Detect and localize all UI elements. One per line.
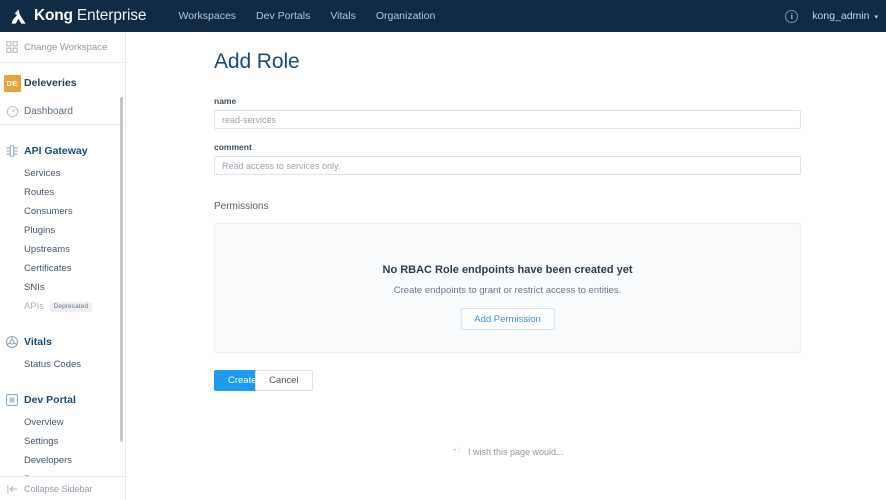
chevron-down-icon: ▾ (874, 14, 878, 21)
name-field-label: name (214, 96, 237, 106)
sidebar-item-routes[interactable]: Routes (0, 183, 125, 202)
sidebar-group-api-gateway[interactable]: API Gateway (0, 137, 125, 164)
sidebar: Change Workspace DE Deleveries Dashboard… (0, 32, 126, 500)
sidebar-divider-1 (0, 62, 125, 63)
permissions-empty-title: No RBAC Role endpoints have been created… (382, 264, 633, 276)
sidebar-item-label: Upstreams (24, 244, 70, 255)
page-title: Add Role (214, 50, 300, 73)
sidebar-item-label: Routes (24, 187, 55, 198)
sidebar-scrollbar[interactable] (120, 97, 123, 442)
workspace-badge-label: DE (3, 74, 21, 92)
kong-logo-icon (11, 8, 26, 24)
nav-link-vitals[interactable]: Vitals (320, 0, 366, 32)
name-input[interactable] (214, 110, 801, 129)
top-nav-links: Workspaces Dev Portals Vitals Organizati… (168, 0, 445, 32)
feedback-text: I wish this page would... (468, 446, 564, 457)
user-menu[interactable]: kong_admin ▾ (812, 10, 878, 22)
workspace-badge: DE (0, 74, 24, 92)
nav-link-dev-portals[interactable]: Dev Portals (246, 0, 320, 32)
sidebar-change-workspace-label: Change Workspace (24, 41, 108, 53)
top-nav-right-area: i kong_admin ▾ (785, 0, 878, 32)
permissions-empty-state-panel: No RBAC Role endpoints have been created… (214, 223, 801, 353)
info-circle-icon[interactable]: i (785, 9, 799, 23)
feedback-widget[interactable]: I wish this page would... (452, 446, 564, 457)
sidebar-item-overview[interactable]: Overview (0, 413, 125, 432)
sidebar-item-change-workspace[interactable]: Change Workspace (0, 35, 125, 59)
sidebar-item-status-codes[interactable]: Status Codes (0, 355, 125, 374)
sidebar-group-dev-portal-label: Dev Portal (24, 393, 76, 406)
api-gateway-icon (0, 144, 24, 158)
sidebar-item-label: Developers (24, 455, 73, 466)
brand-name-secondary: Enterprise (76, 7, 147, 24)
sidebar-workspace-label: Deleveries (24, 77, 77, 89)
deprecated-badge: Deprecated (50, 301, 92, 312)
dev-portal-icon (0, 393, 24, 407)
top-navigation-bar: Kong Enterprise Workspaces Dev Portals V… (0, 0, 886, 32)
nav-link-organization[interactable]: Organization (366, 0, 446, 32)
grid-icon (0, 41, 24, 53)
sidebar-group-vitals[interactable]: Vitals (0, 328, 125, 355)
user-menu-label: kong_admin (812, 10, 870, 22)
permissions-empty-subtitle: Create endpoints to grant or restrict ac… (393, 285, 622, 296)
sidebar-group-dev-portal[interactable]: Dev Portal (0, 386, 125, 413)
sidebar-item-certificates[interactable]: Certificates (0, 259, 125, 278)
sidebar-item-settings[interactable]: Settings (0, 432, 125, 451)
main-content: Add Role name comment Permissions No RBA… (127, 32, 886, 500)
sidebar-item-label: Settings (24, 436, 59, 447)
sidebar-item-dashboard[interactable]: Dashboard (0, 98, 125, 124)
sidebar-item-label: Services (24, 168, 61, 179)
sidebar-item-plugins[interactable]: Plugins (0, 221, 125, 240)
sidebar-dashboard-label: Dashboard (24, 105, 73, 117)
vitals-icon (0, 335, 24, 349)
collapse-sidebar-icon (0, 483, 24, 495)
sidebar-item-label: Consumers (24, 206, 73, 217)
comment-input[interactable] (214, 156, 801, 175)
sidebar-item-label: Plugins (24, 225, 56, 236)
sparkle-icon (453, 447, 461, 453)
sidebar-item-label: APIs (24, 301, 45, 312)
sidebar-group-vitals-label: Vitals (24, 335, 52, 348)
comment-field-label: comment (214, 142, 252, 152)
permissions-section-label: Permissions (214, 201, 269, 212)
sidebar-item-label: Overview (24, 417, 64, 428)
nav-link-workspaces[interactable]: Workspaces (168, 0, 246, 32)
sidebar-item-snis[interactable]: SNIs (0, 278, 125, 297)
sidebar-item-workspace-deleveries[interactable]: DE Deleveries (0, 68, 125, 98)
sidebar-group-api-gateway-label: API Gateway (24, 144, 88, 157)
sidebar-item-label: SNIs (24, 282, 45, 293)
sidebar-divider-2 (0, 124, 125, 125)
sidebar-item-services[interactable]: Services (0, 164, 125, 183)
cancel-button[interactable]: Cancel (255, 370, 313, 391)
collapse-sidebar-label: Collapse Sidebar (24, 483, 93, 494)
gauge-icon (0, 105, 24, 118)
brand-logo-area[interactable]: Kong Enterprise (9, 0, 147, 32)
collapse-sidebar-button[interactable]: Collapse Sidebar (0, 476, 125, 500)
sidebar-item-label: Status Codes (24, 359, 82, 370)
sidebar-item-upstreams[interactable]: Upstreams (0, 240, 125, 259)
sidebar-item-developers[interactable]: Developers (0, 451, 125, 470)
sidebar-item-label: Certificates (24, 263, 72, 274)
add-permission-button[interactable]: Add Permission (460, 308, 555, 330)
sidebar-item-consumers[interactable]: Consumers (0, 202, 125, 221)
sidebar-item-apis[interactable]: APIs Deprecated (0, 297, 125, 316)
brand-name-primary: Kong (34, 7, 73, 24)
